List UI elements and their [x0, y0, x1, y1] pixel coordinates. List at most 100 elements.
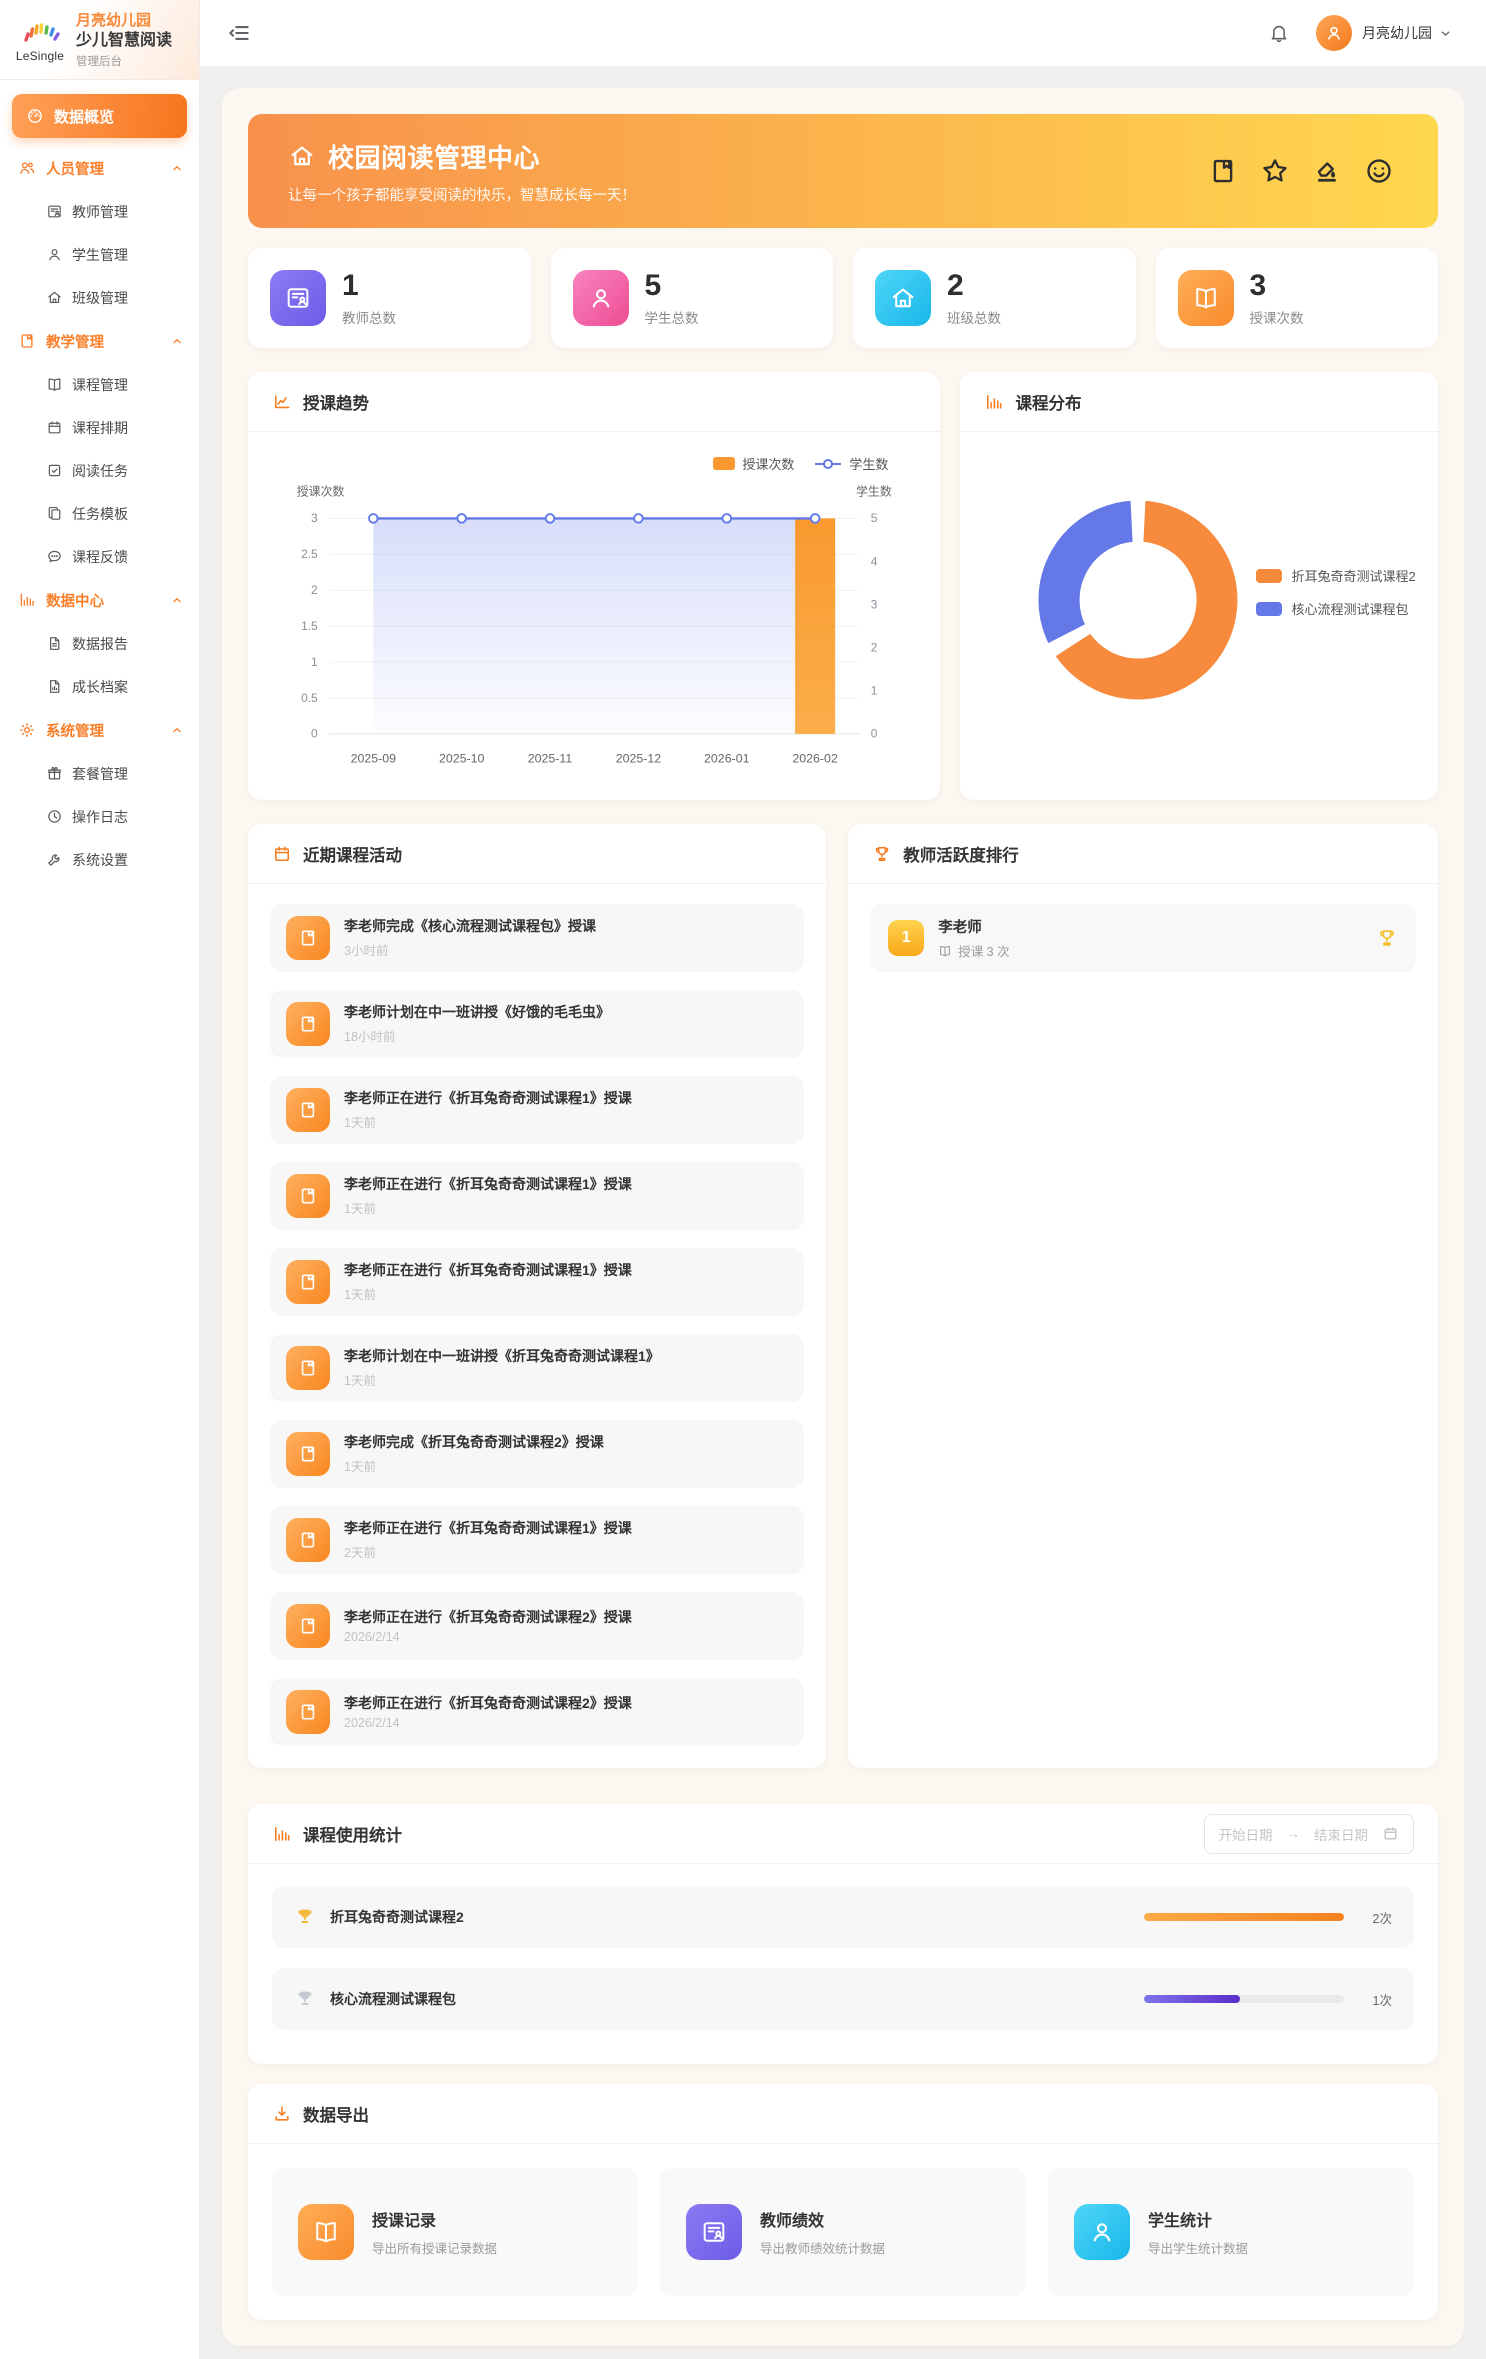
ink-pour-icon: [1312, 156, 1342, 186]
sidebar-item-teachers[interactable]: 教师管理: [0, 190, 199, 233]
sidebar-menu: 数据概览 人员管理 教师管理 学生管理 班级管理 教学管理: [0, 80, 199, 881]
gift-icon: [46, 765, 63, 782]
chevron-up-icon: [171, 724, 183, 736]
activity-text: 李老师正在进行《折耳兔奇奇测试课程1》授课: [344, 1519, 632, 1538]
logo-rainbow-icon: [20, 18, 60, 44]
date-range-picker[interactable]: 开始日期 → 结束日期: [1204, 1814, 1415, 1854]
activity-text: 李老师完成《核心流程测试课程包》授课: [344, 917, 596, 936]
stat-cards: 1 教师总数 5 学生总数: [248, 248, 1438, 348]
bar-chart-icon: [18, 591, 36, 609]
sidebar-section-data-center[interactable]: 数据中心: [0, 578, 199, 622]
sidebar-section-people[interactable]: 人员管理: [0, 146, 199, 190]
activity-list: 李老师完成《核心流程测试课程包》授课 3小时前 李老师计划在中一班讲授《好饿的毛…: [248, 884, 826, 1768]
brand-block: LeSingle 月亮幼儿园 少儿智慧阅读 管理后台: [0, 0, 199, 80]
legend-item-line: 学生数: [814, 454, 888, 473]
activity-item: 李老师正在进行《折耳兔奇奇测试课程2》授课 2026/2/14: [270, 1592, 804, 1660]
svg-text:0.5: 0.5: [301, 691, 318, 705]
user-icon: [46, 246, 63, 263]
open-book-icon: [938, 944, 952, 958]
activity-time: 2天前: [344, 1542, 632, 1561]
trend-chart-body: 授课次数 学生数 00.511.522.53012345授课次数学生数2025-…: [248, 432, 940, 800]
activity-item: 李老师完成《折耳兔奇奇测试课程2》授课 1天前: [270, 1420, 804, 1488]
svg-text:2025-10: 2025-10: [439, 752, 485, 766]
sidebar-item-label: 成长档案: [72, 677, 128, 697]
sidebar-item-schedule[interactable]: 课程排期: [0, 406, 199, 449]
sidebar-item-task-templates[interactable]: 任务模板: [0, 492, 199, 535]
card-title: 授课趋势: [303, 390, 916, 414]
stat-value: 2: [947, 269, 1001, 302]
sidebar-item-label: 任务模板: [72, 504, 128, 524]
legend-swatch: [713, 457, 735, 470]
card-title: 课程分布: [1015, 390, 1414, 414]
card-title: 课程使用统计: [303, 1822, 1193, 1846]
home-icon: [875, 270, 931, 326]
usage-row: 折耳兔奇奇测试课程2 2次: [272, 1886, 1414, 1948]
sidebar-item-label: 课程排期: [72, 418, 128, 438]
sidebar-section-teaching[interactable]: 教学管理: [0, 319, 199, 363]
banner-title-row: 校园阅读管理中心: [288, 138, 1208, 175]
clock-icon: [46, 808, 63, 825]
activity-time: 1天前: [344, 1284, 632, 1303]
progress-track: [1144, 1913, 1344, 1921]
book-bookmark-icon: [286, 1346, 330, 1390]
book-bookmark-icon: [286, 916, 330, 960]
activity-time: 2026/2/14: [344, 1630, 632, 1644]
activity-item: 李老师正在进行《折耳兔奇奇测试课程1》授课 1天前: [270, 1076, 804, 1144]
legend-label: 学生数: [849, 454, 888, 473]
stat-label: 班级总数: [947, 307, 1001, 327]
svg-text:2025-09: 2025-09: [351, 752, 397, 766]
book-bookmark-icon: [286, 1432, 330, 1476]
activity-text: 李老师计划在中一班讲授《好饿的毛毛虫》: [344, 1003, 610, 1022]
sidebar-item-feedback[interactable]: 课程反馈: [0, 535, 199, 578]
legend-label: 折耳兔奇奇测试课程2: [1291, 566, 1415, 585]
sidebar-section-label: 系统管理: [46, 720, 161, 741]
sidebar-item-packages[interactable]: 套餐管理: [0, 752, 199, 795]
sidebar-item-courses[interactable]: 课程管理: [0, 363, 199, 406]
sidebar-item-classes[interactable]: 班级管理: [0, 276, 199, 319]
svg-text:学生数: 学生数: [856, 484, 892, 498]
sidebar-item-reading-tasks[interactable]: 阅读任务: [0, 449, 199, 492]
stat-label: 授课次数: [1250, 307, 1304, 327]
activity-time: 2026/2/14: [344, 1716, 632, 1730]
menu-fold-icon[interactable]: [226, 20, 252, 46]
avatar: [1316, 15, 1352, 51]
id-card-icon: [46, 203, 63, 220]
bar-chart-icon: [984, 392, 1004, 412]
sidebar-item-dashboard[interactable]: 数据概览: [12, 94, 187, 138]
legend-swatch: [1256, 569, 1282, 583]
svg-text:4: 4: [871, 554, 878, 568]
export-title: 学生统计: [1148, 2207, 1248, 2231]
book-bookmark-icon: [286, 1174, 330, 1218]
sidebar-item-settings[interactable]: 系统设置: [0, 838, 199, 881]
teacher-name: 李老师: [938, 916, 1009, 937]
teacher-stat: 授课 3 次: [938, 941, 1009, 960]
stat-card-classes: 2 班级总数: [853, 248, 1136, 348]
activity-time: 1天前: [344, 1456, 604, 1475]
card-header: 近期课程活动: [248, 824, 826, 884]
sidebar-section-system[interactable]: 系统管理: [0, 708, 199, 752]
brand-org: 月亮幼儿园: [76, 12, 172, 31]
export-teacher-performance[interactable]: 教师绩效 导出教师绩效统计数据: [660, 2168, 1026, 2296]
user-menu[interactable]: 月亮幼儿园: [1316, 15, 1452, 51]
svg-text:1: 1: [311, 655, 318, 669]
comment-icon: [46, 548, 63, 565]
bell-icon[interactable]: [1268, 22, 1290, 44]
stat-card-students: 5 学生总数: [551, 248, 834, 348]
sidebar-item-label: 教师管理: [72, 202, 128, 222]
card-title: 数据导出: [303, 2102, 1414, 2126]
charts-row: 授课趋势 授课次数 学生数: [248, 372, 1438, 800]
export-teaching-records[interactable]: 授课记录 导出所有授课记录数据: [272, 2168, 638, 2296]
activity-text: 李老师计划在中一班讲授《折耳兔奇奇测试课程1》: [344, 1347, 660, 1366]
calendar-icon: [272, 844, 292, 864]
star-icon: [1260, 156, 1290, 186]
svg-text:2025-12: 2025-12: [616, 752, 662, 766]
sidebar-item-data-reports[interactable]: 数据报告: [0, 622, 199, 665]
export-desc: 导出教师绩效统计数据: [760, 2238, 885, 2257]
export-student-statistics[interactable]: 学生统计 导出学生统计数据: [1048, 2168, 1414, 2296]
card-header: 教师活跃度排行: [848, 824, 1438, 884]
sidebar-item-students[interactable]: 学生管理: [0, 233, 199, 276]
svg-text:3: 3: [311, 511, 318, 525]
sidebar-item-operation-logs[interactable]: 操作日志: [0, 795, 199, 838]
sidebar-item-growth-archive[interactable]: 成长档案: [0, 665, 199, 708]
trend-legend: 授课次数 学生数: [270, 446, 918, 473]
